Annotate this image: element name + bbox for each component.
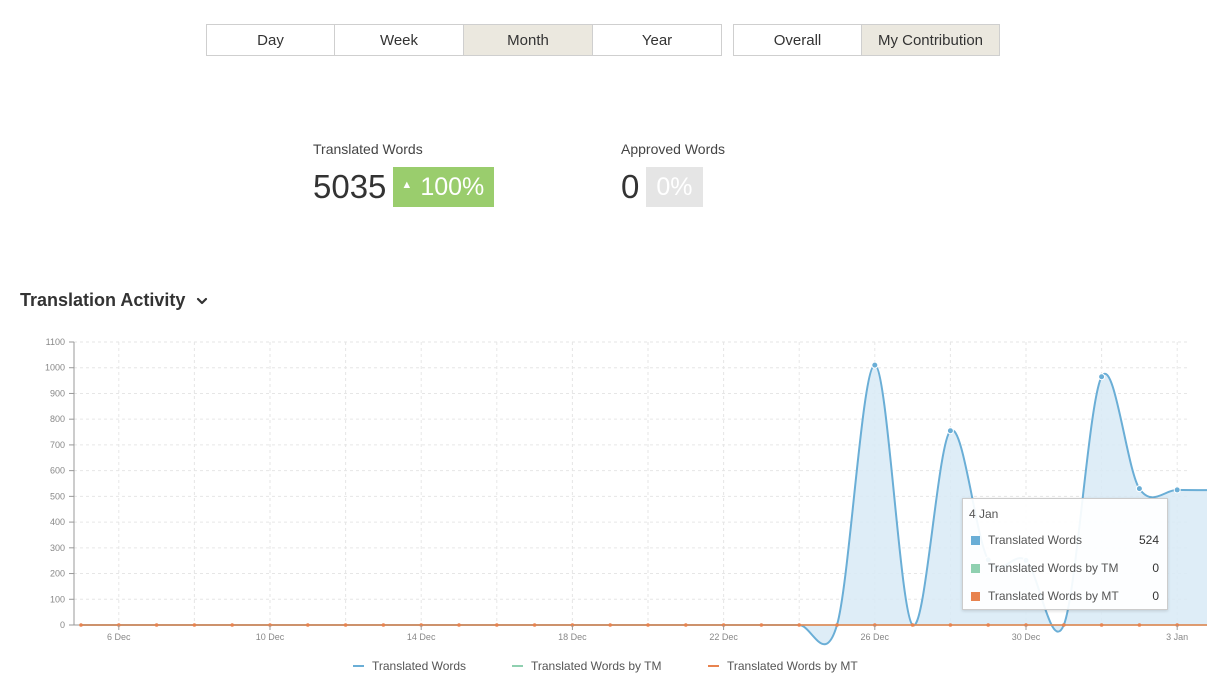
x-tick-label: 10 Dec xyxy=(256,632,285,642)
translated-words-label: Translated Words xyxy=(313,141,423,157)
approved-change-badge: 0% xyxy=(646,167,703,207)
tab-week[interactable]: Week xyxy=(335,24,464,56)
legend-label: Translated Words by MT xyxy=(727,659,858,673)
y-tick-label: 700 xyxy=(50,440,65,450)
tab-day[interactable]: Day xyxy=(206,24,335,56)
tooltip-swatch-tm xyxy=(971,563,980,573)
mt-point xyxy=(79,623,83,627)
tooltip-name: Translated Words by TM xyxy=(988,561,1119,575)
tooltip-date: 4 Jan xyxy=(969,507,999,521)
mt-point xyxy=(306,623,310,627)
section-title-text: Translation Activity xyxy=(20,290,186,310)
y-tick-label: 1100 xyxy=(46,337,65,347)
translated-change-value: 100% xyxy=(420,172,485,201)
tooltip-name: Translated Words xyxy=(988,533,1083,547)
approved-words-stat: Approved Words 0 0% xyxy=(621,141,725,207)
y-tick-label: 500 xyxy=(50,491,65,501)
mt-point xyxy=(797,623,801,627)
x-tick-label: 30 Dec xyxy=(1012,632,1041,642)
approved-change-value: 0% xyxy=(656,172,693,201)
y-tick-label: 900 xyxy=(50,388,65,398)
tab-month[interactable]: Month xyxy=(464,24,593,56)
mt-point xyxy=(986,623,990,627)
chevron-down-icon xyxy=(197,297,208,304)
mt-point xyxy=(1062,623,1066,627)
tooltip-swatch-translated xyxy=(971,535,980,545)
tab-year[interactable]: Year xyxy=(593,24,722,56)
up-triangle-icon: ▲ xyxy=(401,179,413,191)
x-tick-label: 6 Dec xyxy=(107,632,131,642)
translated-words-point xyxy=(1098,373,1106,381)
tooltip-row-tm: Translated Words by TM 0 xyxy=(971,560,1159,576)
x-tick-label: 22 Dec xyxy=(709,632,738,642)
x-tick-label: 18 Dec xyxy=(558,632,587,642)
mt-point xyxy=(343,623,348,627)
mt-point xyxy=(495,623,499,627)
y-tick-label: 0 xyxy=(60,620,65,630)
mt-point xyxy=(192,623,197,627)
mt-point xyxy=(457,623,461,627)
approved-words-label: Approved Words xyxy=(621,141,726,157)
mt-point xyxy=(759,623,764,627)
tooltip-value: 524 xyxy=(1138,533,1159,547)
section-title[interactable]: Translation Activity xyxy=(20,290,209,311)
legend-label: Translated Words xyxy=(372,659,466,673)
translated-words-value: 5035 xyxy=(313,168,387,205)
tab-overall[interactable]: Overall xyxy=(733,24,862,56)
y-tick-label: 1000 xyxy=(45,363,65,373)
mt-point xyxy=(948,623,953,627)
tooltip-swatch-mt xyxy=(971,591,980,601)
mt-point xyxy=(684,623,688,627)
tooltip-row-mt: Translated Words by MT 0 xyxy=(971,588,1159,604)
translated-words-stat: Translated Words 5035 ▲ 100% xyxy=(313,141,495,207)
x-tick-label: 3 Jan xyxy=(1166,632,1188,642)
mt-point xyxy=(910,623,915,627)
chart-tooltip: 4 Jan Translated Words 524 Translated Wo… xyxy=(962,498,1168,610)
tooltip-value: 0 xyxy=(1152,561,1159,575)
translated-change-badge: ▲ 100% xyxy=(393,167,495,207)
mt-point xyxy=(608,623,612,627)
mt-point xyxy=(835,623,839,627)
approved-words-value: 0 xyxy=(621,168,640,205)
mt-point xyxy=(532,623,537,627)
translated-words-point xyxy=(1173,486,1181,494)
tooltip-row-translated: Translated Words 524 xyxy=(971,532,1159,548)
y-tick-label: 600 xyxy=(50,466,65,476)
mt-point xyxy=(154,623,159,627)
y-tick-label: 400 xyxy=(50,517,65,527)
y-tick-label: 100 xyxy=(50,594,65,604)
mt-point xyxy=(1137,623,1142,627)
translated-words-point xyxy=(946,427,954,435)
x-tick-label: 26 Dec xyxy=(861,632,890,642)
tooltip-name: Translated Words by MT xyxy=(988,589,1119,603)
x-tick-label: 14 Dec xyxy=(407,632,436,642)
mt-point xyxy=(646,623,650,627)
mt-point xyxy=(1099,623,1104,627)
period-selector: Day Week Month Year xyxy=(206,24,722,56)
mt-point xyxy=(230,623,234,627)
tab-my-contribution[interactable]: My Contribution xyxy=(862,24,1000,56)
y-tick-label: 300 xyxy=(50,543,65,553)
y-tick-label: 800 xyxy=(50,414,65,424)
y-tick-label: 200 xyxy=(50,569,65,579)
tooltip-value: 0 xyxy=(1152,589,1159,603)
legend-label: Translated Words by TM xyxy=(531,659,662,673)
translated-words-point xyxy=(871,361,879,369)
translated-words-point xyxy=(1135,485,1143,493)
scope-selector: Overall My Contribution xyxy=(733,24,1000,56)
mt-point xyxy=(381,623,386,627)
